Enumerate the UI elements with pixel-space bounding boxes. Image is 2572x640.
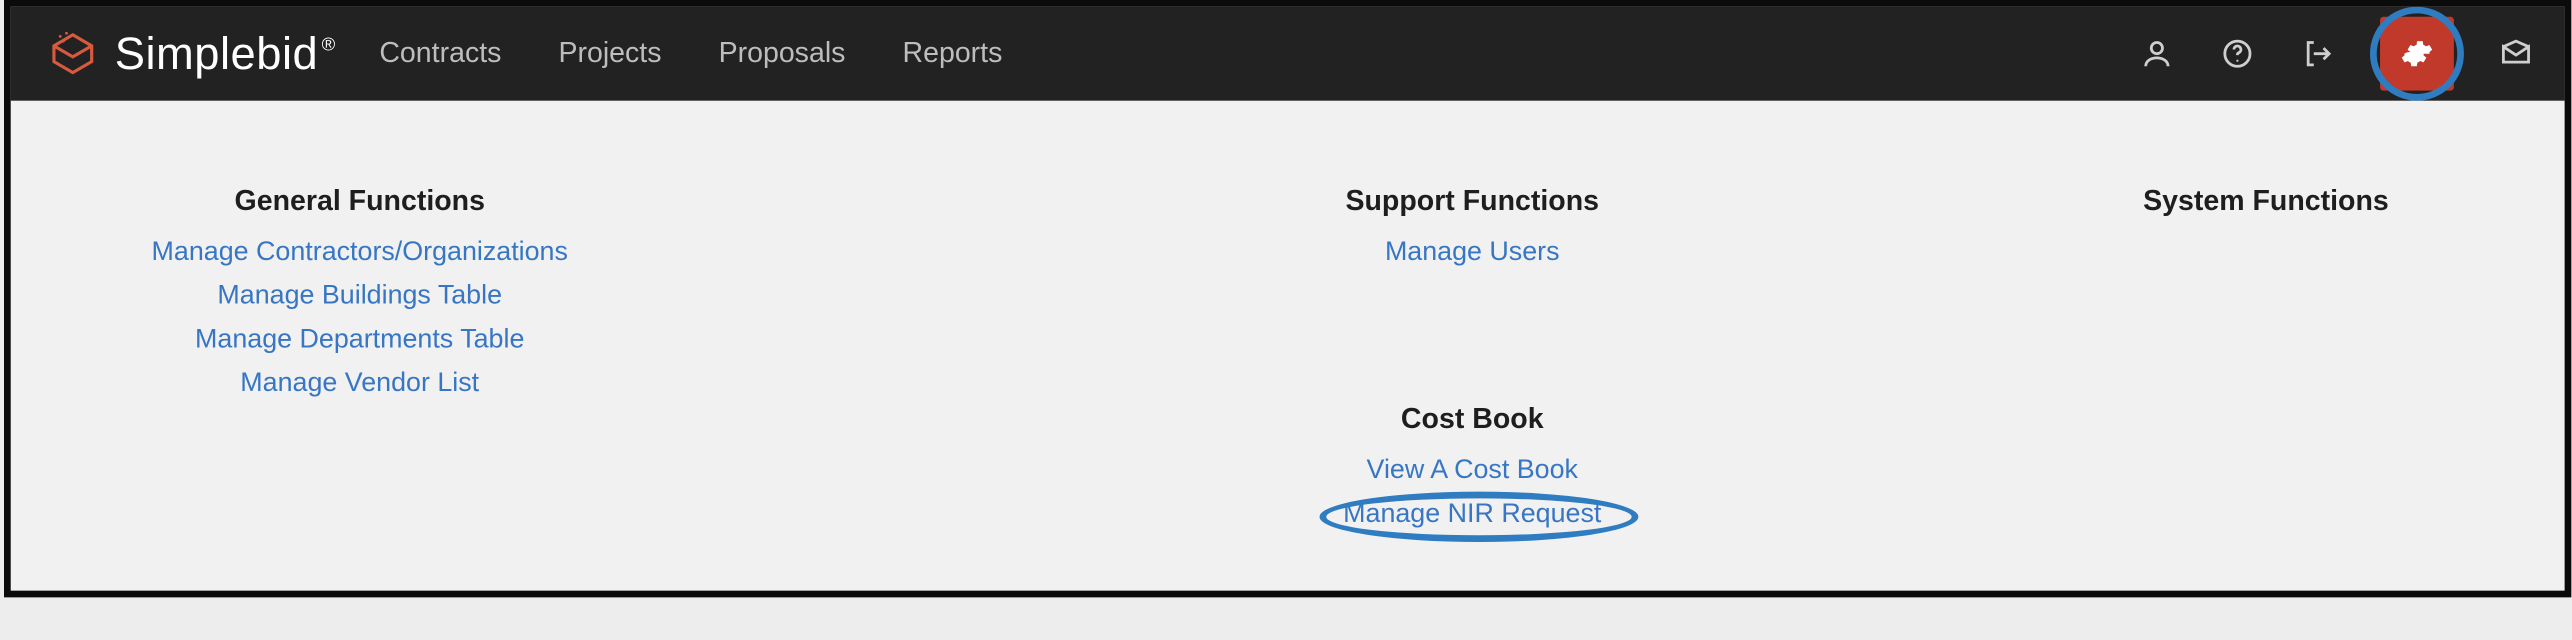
heading-system: System Functions bbox=[2143, 185, 2389, 219]
link-manage-contractors[interactable]: Manage Contractors/Organizations bbox=[152, 238, 568, 268]
link-manage-departments[interactable]: Manage Departments Table bbox=[195, 326, 524, 356]
nav-proposals[interactable]: Proposals bbox=[719, 37, 846, 71]
link-manage-vendors[interactable]: Manage Vendor List bbox=[240, 369, 479, 399]
top-icons bbox=[2138, 17, 2534, 91]
heading-costbook: Cost Book bbox=[1401, 403, 1544, 437]
column-middle: Support Functions Manage Users Cost Book… bbox=[1170, 185, 1774, 584]
nav-reports[interactable]: Reports bbox=[902, 37, 1002, 71]
column-system: System Functions bbox=[2014, 185, 2517, 584]
content: General Functions Manage Contractors/Org… bbox=[11, 101, 2565, 591]
main-nav: Contracts Projects Proposals Reports bbox=[379, 37, 1002, 71]
logo-icon bbox=[48, 29, 98, 79]
link-manage-users[interactable]: Manage Users bbox=[1385, 238, 1560, 268]
link-view-costbook[interactable]: View A Cost Book bbox=[1367, 456, 1578, 486]
logout-icon[interactable] bbox=[2300, 35, 2337, 72]
help-icon[interactable] bbox=[2219, 35, 2256, 72]
nav-projects[interactable]: Projects bbox=[558, 37, 661, 71]
link-manage-buildings[interactable]: Manage Buildings Table bbox=[217, 282, 502, 312]
app-window: Simplebid® Contracts Projects Proposals … bbox=[4, 0, 2571, 597]
column-general: General Functions Manage Contractors/Org… bbox=[58, 185, 662, 584]
brand[interactable]: Simplebid® bbox=[48, 28, 336, 80]
heading-support: Support Functions bbox=[1345, 185, 1599, 219]
link-manage-nir[interactable]: Manage NIR Request bbox=[1343, 500, 1601, 529]
mail-icon[interactable] bbox=[2498, 35, 2535, 72]
nir-wrap: Manage NIR Request bbox=[1343, 500, 1601, 530]
user-icon[interactable] bbox=[2138, 35, 2175, 72]
nav-contracts[interactable]: Contracts bbox=[379, 37, 501, 71]
topbar: Simplebid® Contracts Projects Proposals … bbox=[11, 7, 2565, 101]
settings-button[interactable] bbox=[2380, 17, 2454, 91]
brand-name: Simplebid® bbox=[115, 28, 336, 80]
heading-general: General Functions bbox=[235, 185, 485, 219]
